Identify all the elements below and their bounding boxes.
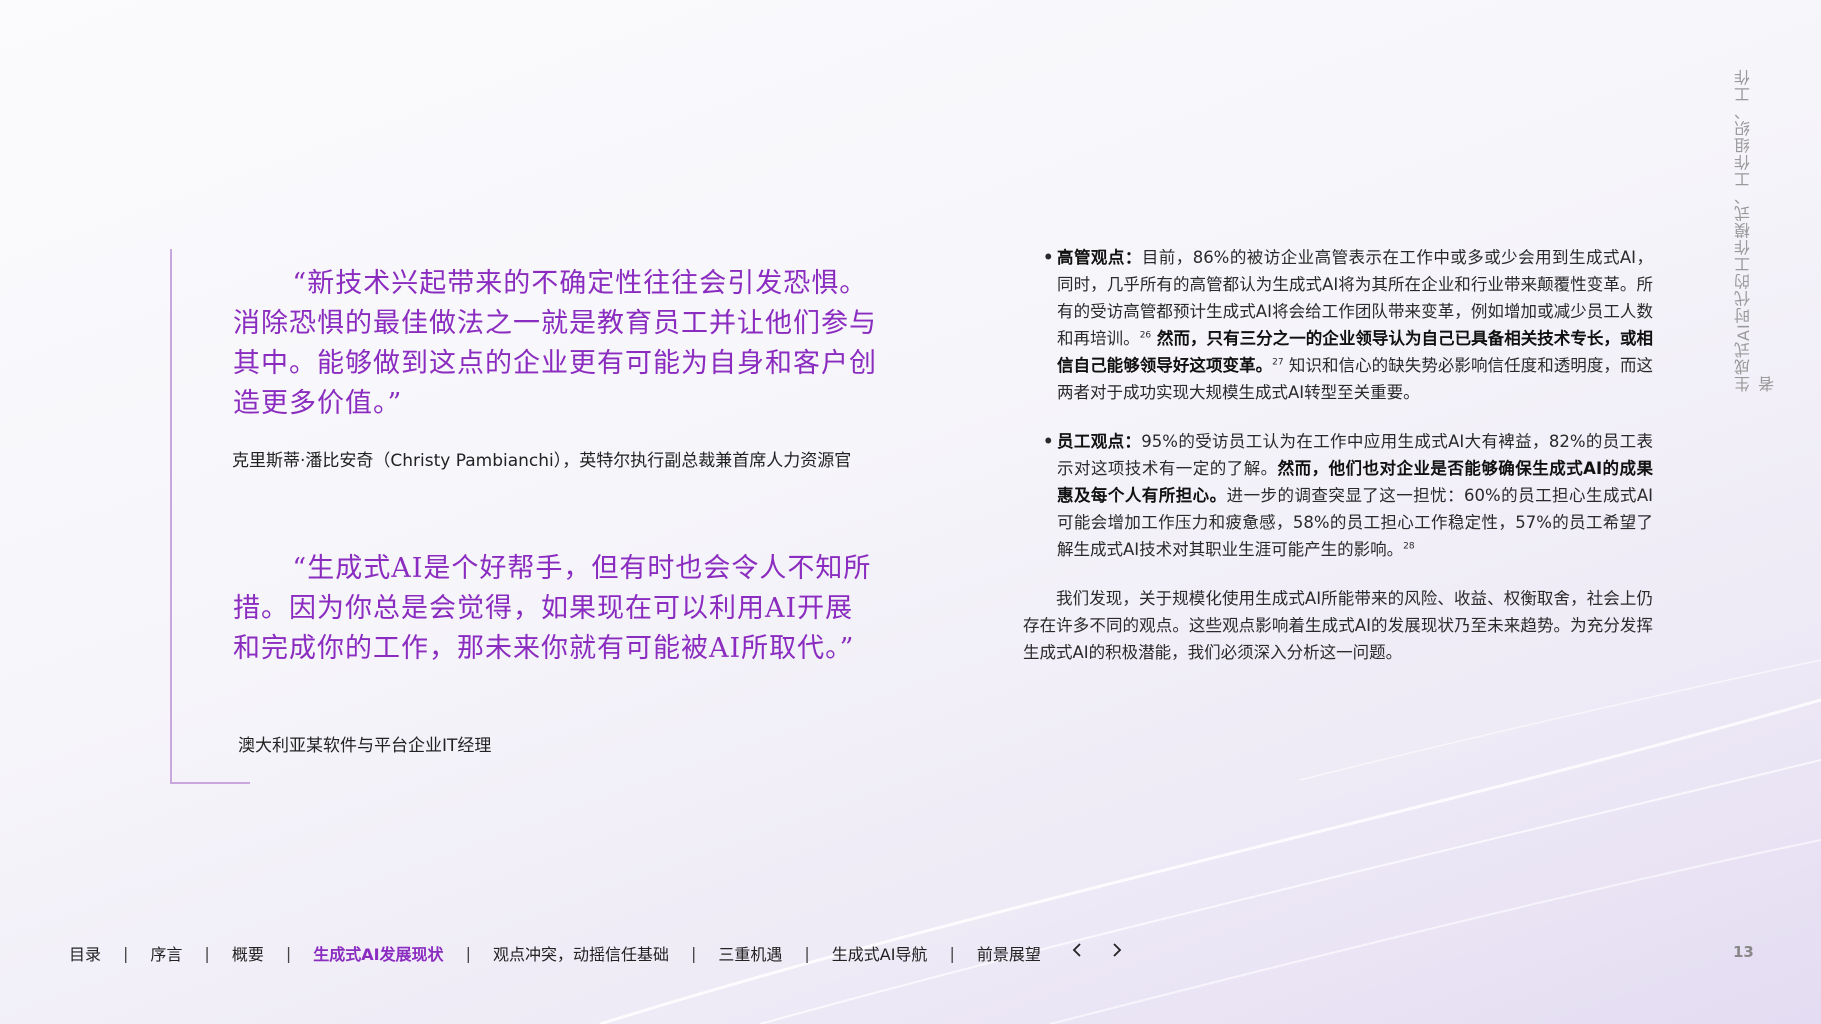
quote-1-text: “新技术兴起带来的不确定性往往会引发恐惧。消除恐惧的最佳做法之一就是教育员工并让… <box>233 268 877 419</box>
nav-item-preface[interactable]: 序言 <box>150 941 182 965</box>
page-number: 13 <box>1733 943 1754 961</box>
nav-separator: | <box>123 943 129 963</box>
summary-paragraph: 我们发现，关于规模化使用生成式AI所能带来的风险、收益、权衡取舍，社会上仍存在许… <box>1023 589 1653 662</box>
nav-item-genai-status[interactable]: 生成式AI发展现状 <box>313 941 443 965</box>
nav-item-contents[interactable]: 目录 <box>69 941 101 965</box>
bottom-navigation: 目录 | 序言 | 概要 | 生成式AI发展现状 | 观点冲突，动摇信任基础 |… <box>69 941 1041 965</box>
page-arrows <box>1068 938 1126 962</box>
chevron-left-icon[interactable] <box>1068 938 1086 962</box>
chevron-right-icon[interactable] <box>1108 938 1126 962</box>
quote-2-attribution: 澳大利亚某软件与平台企业IT经理 <box>238 736 492 756</box>
nav-separator: | <box>804 943 810 963</box>
nav-item-conflicting-views[interactable]: 观点冲突，动摇信任基础 <box>493 941 669 965</box>
footnote-ref: 27 <box>1272 357 1284 368</box>
side-section-title: 生成式AI时代的工作模式、工作组织、工作者 <box>1734 68 1777 392</box>
quote-1-attribution: 克里斯蒂·潘比安奇（Christy Pambianchi），英特尔执行副总裁兼首… <box>232 451 852 471</box>
bullet-marker: • <box>1043 432 1054 451</box>
body-text-column: • 高管观点：目前，86%的被访企业高管表示在工作中或多或少会用到生成式AI，同时… <box>1023 244 1653 666</box>
nav-separator: | <box>285 943 292 963</box>
nav-separator: | <box>465 943 471 963</box>
bullet-executive-view: • 高管观点：目前，86%的被访企业高管表示在工作中或多或少会用到生成式AI，同时… <box>1023 244 1653 406</box>
nav-separator: | <box>204 943 210 963</box>
bullet-label: 高管观点： <box>1057 248 1142 267</box>
bullet-marker: • <box>1043 248 1054 267</box>
bullet-label: 员工观点： <box>1057 432 1142 451</box>
footnote-ref: 28 <box>1403 541 1415 552</box>
bullet-employee-view: • 员工观点：95%的受访员工认为在工作中应用生成式AI大有裨益，82%的员工表示… <box>1023 428 1653 563</box>
nav-item-genai-navigation[interactable]: 生成式AI导航 <box>832 941 928 965</box>
nav-item-overview[interactable]: 概要 <box>232 941 264 965</box>
nav-item-outlook[interactable]: 前景展望 <box>977 941 1041 965</box>
nav-item-triple-opportunity[interactable]: 三重机遇 <box>718 941 782 965</box>
nav-separator: | <box>949 943 955 963</box>
quote-2-text: “生成式AI是个好帮手，但有时也会令人不知所措。因为你总是会觉得，如果现在可以利… <box>233 553 872 664</box>
footnote-ref: 26 <box>1139 330 1152 341</box>
nav-separator: | <box>690 943 697 963</box>
